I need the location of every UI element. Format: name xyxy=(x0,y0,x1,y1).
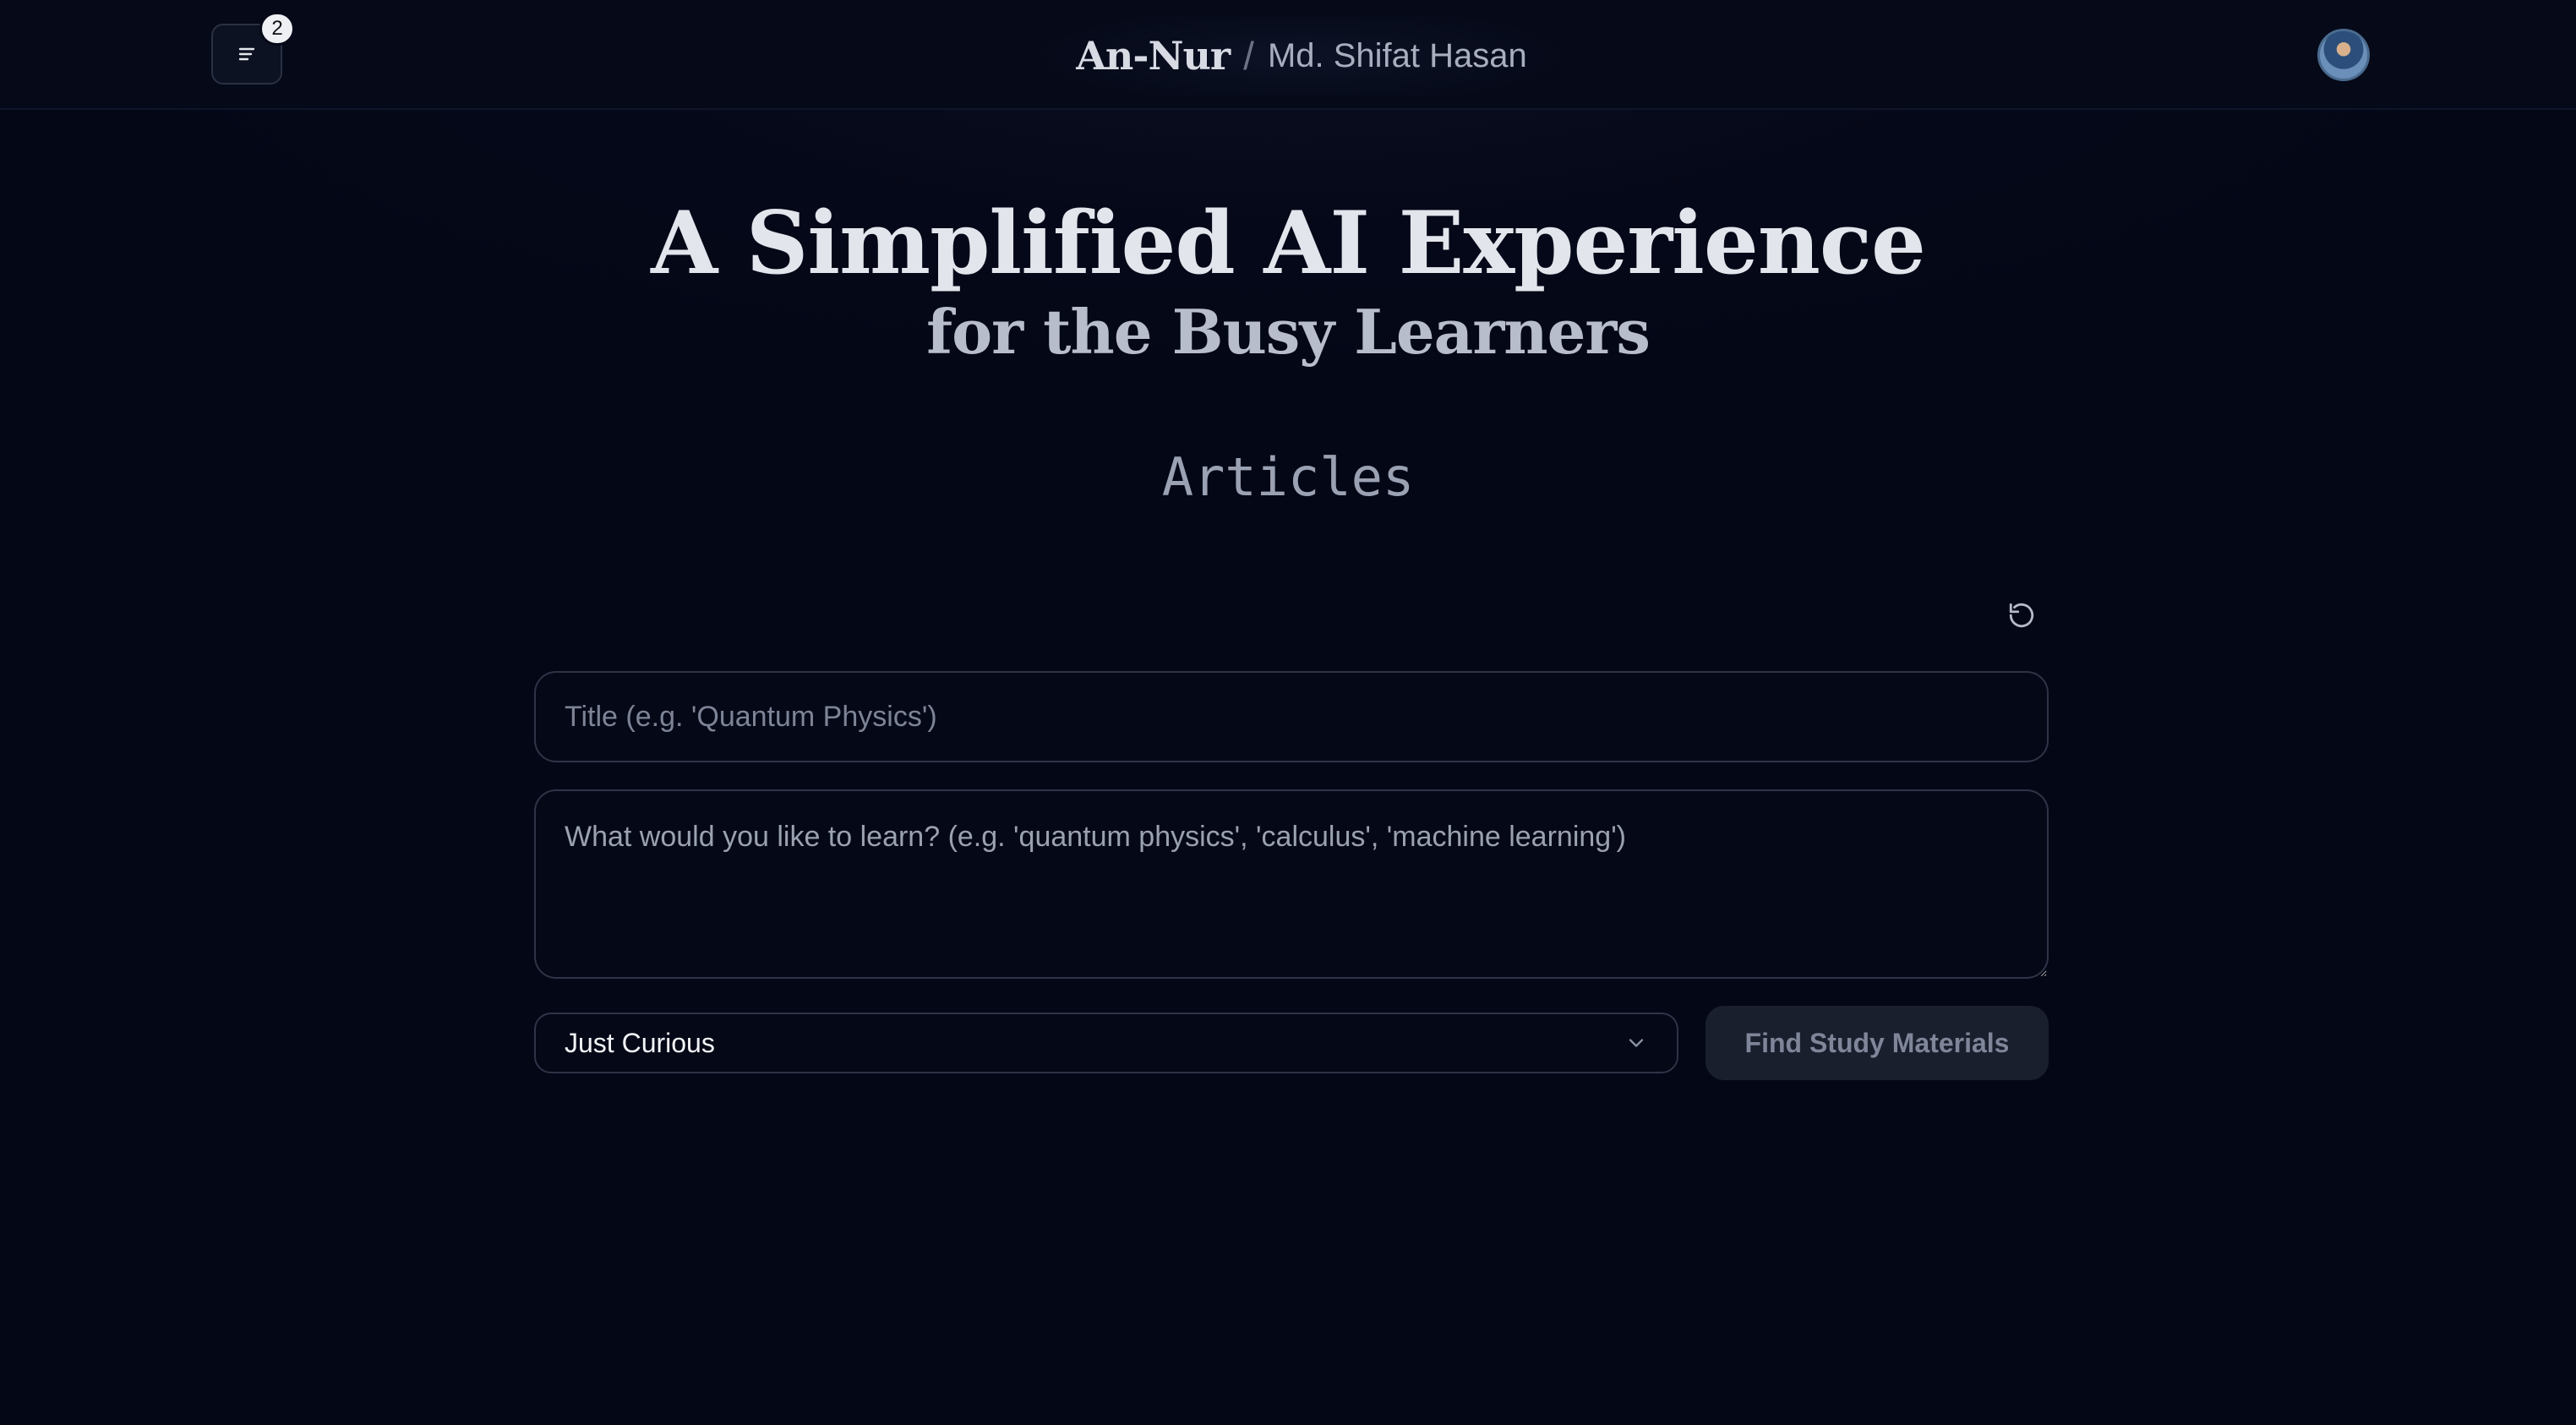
reset-button[interactable] xyxy=(2003,597,2040,634)
section-title: Articles xyxy=(1161,446,1415,508)
refresh-icon xyxy=(2009,603,2034,628)
user-name[interactable]: Md. Shifat Hasan xyxy=(1268,37,1527,75)
user-avatar[interactable] xyxy=(2317,29,2370,81)
brand-breadcrumb: An-Nur / Md. Shifat Hasan xyxy=(1040,15,1564,96)
title-input[interactable] xyxy=(534,671,2049,762)
level-select-value: Just Curious xyxy=(565,1027,715,1058)
top-navigation-bar: 2 An-Nur / Md. Shifat Hasan xyxy=(0,0,2576,110)
hero-title: A Simplified AI Experience xyxy=(651,193,1926,294)
menu-lines-icon xyxy=(238,47,255,61)
find-study-materials-button[interactable]: Find Study Materials xyxy=(1706,1006,2049,1080)
breadcrumb-separator: / xyxy=(1243,34,1254,78)
learning-topic-textarea[interactable] xyxy=(534,789,2049,979)
chevron-down-icon xyxy=(1629,1039,1644,1047)
brand-name[interactable]: An-Nur xyxy=(1076,33,1231,79)
level-select[interactable]: Just Curious xyxy=(534,1013,1678,1073)
hero-subtitle: for the Busy Learners xyxy=(926,296,1651,368)
notification-badge: 2 xyxy=(259,12,295,46)
